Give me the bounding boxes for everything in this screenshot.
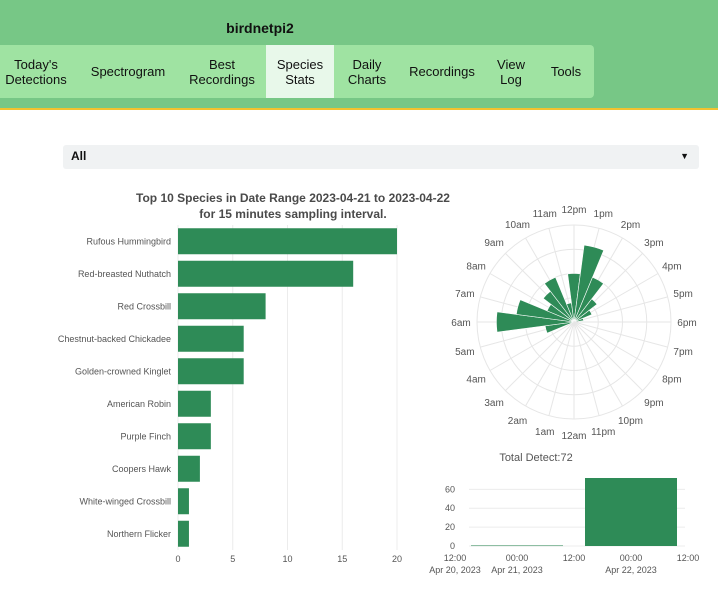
hour-label: 12am (561, 431, 586, 442)
main-nav: Today's Detections Spectrogram Best Reco… (0, 45, 594, 98)
nav-tab-todays-detections[interactable]: Today's Detections (0, 45, 72, 98)
hour-label: 8pm (662, 375, 681, 386)
angular-gridline (573, 321, 643, 391)
x-tick-label: 0 (175, 554, 180, 564)
hour-label: 10pm (618, 416, 643, 427)
category-label: Coopers Hawk (112, 464, 172, 474)
bar (178, 455, 200, 482)
angular-gridline (573, 321, 659, 371)
y-tick-label: 60 (445, 484, 455, 494)
nav-tab-recordings[interactable]: Recordings (402, 45, 482, 98)
chart-subtitle: for 15 minutes sampling interval. (199, 207, 386, 221)
category-label: Red-breasted Nuthatch (78, 269, 171, 279)
x-tick-time: 12:00 (677, 553, 700, 563)
species-filter-value: All (71, 149, 87, 163)
hour-label: 3pm (644, 238, 663, 249)
category-label: White-winged Crossbill (79, 496, 171, 506)
hour-label: 4am (466, 375, 485, 386)
bar (178, 423, 211, 450)
chevron-down-icon[interactable]: ▼ (680, 151, 689, 161)
total-bar (471, 545, 563, 547)
hour-label: 1am (535, 427, 554, 438)
nav-tab-tools[interactable]: Tools (538, 45, 594, 98)
angular-gridline (573, 321, 668, 348)
category-label: American Robin (107, 399, 171, 409)
bar (178, 325, 244, 352)
angular-gridline (573, 321, 600, 416)
hour-label: 10am (505, 220, 530, 231)
top-species-bar-chart: Top 10 Species in Date Range 2023-04-21 … (58, 191, 450, 564)
y-tick-label: 0 (450, 541, 455, 551)
category-label: Northern Flicker (107, 529, 171, 539)
angular-gridline (573, 321, 623, 407)
hour-label: 3am (484, 398, 503, 409)
hour-label: 9am (484, 238, 503, 249)
nav-tab-spectrogram[interactable]: Spectrogram (80, 45, 176, 98)
angular-gridline (505, 321, 575, 391)
x-tick-date: Apr 21, 2023 (491, 565, 543, 575)
hour-label: 4pm (662, 262, 681, 273)
category-label: Rufous Hummingbird (86, 236, 171, 246)
app-title: birdnetpi2 (226, 20, 294, 36)
hour-label: 8am (466, 262, 485, 273)
bar (178, 520, 189, 547)
nav-tab-best-recordings[interactable]: Best Recordings (182, 45, 262, 98)
y-tick-label: 40 (445, 503, 455, 513)
x-tick-date: Apr 22, 2023 (605, 565, 657, 575)
bar (178, 228, 397, 255)
bar (178, 260, 354, 287)
hour-label: 6am (451, 318, 470, 329)
hour-label: 9pm (644, 398, 663, 409)
total-detections-chart: Total Detect:72 0 20 40 60 12:00 Apr 20, 2023 0… (429, 452, 700, 575)
bar (178, 293, 266, 320)
x-tick-label: 20 (392, 554, 402, 564)
x-tick-time: 12:00 (444, 553, 467, 563)
bar (178, 390, 211, 417)
chart-title: Total Detect:72 (499, 452, 572, 464)
category-label: Red Crossbill (117, 301, 171, 311)
app-header: birdnetpi2 Today's Detections Spectrogra… (0, 0, 718, 110)
x-tick-time: 00:00 (620, 553, 643, 563)
angular-gridline (548, 321, 575, 416)
x-tick-time: 12:00 (563, 553, 586, 563)
hour-label: 11am (533, 209, 557, 220)
x-tick-label: 5 (230, 554, 235, 564)
hour-label: 12pm (561, 205, 586, 216)
bar (178, 488, 189, 515)
chart-title: Top 10 Species in Date Range 2023-04-21 … (136, 191, 450, 205)
bar (178, 358, 244, 385)
hour-label: 1pm (594, 209, 613, 220)
hour-label: 5pm (673, 289, 692, 300)
hour-label: 7am (455, 289, 474, 300)
x-tick-date: Apr 20, 2023 (429, 565, 481, 575)
x-tick-time: 00:00 (506, 553, 529, 563)
category-label: Golden-crowned Kinglet (75, 366, 172, 376)
y-tick-label: 20 (445, 522, 455, 532)
hour-label: 5am (455, 347, 474, 358)
nav-tab-species-stats[interactable]: Species Stats (266, 45, 334, 98)
nav-tab-view-log[interactable]: View Log (486, 45, 536, 98)
x-tick-label: 10 (282, 554, 292, 564)
total-bar (585, 478, 677, 546)
hour-label: 2pm (621, 220, 640, 231)
x-tick-label: 15 (337, 554, 347, 564)
hour-label: 7pm (673, 347, 692, 358)
hourly-polar-chart: 12am 1am 2am 3am 4am 5am 6am 7am 8am 9am10am11am 1… (451, 205, 696, 442)
hour-label: 2am (508, 416, 527, 427)
angular-gridline (525, 321, 575, 407)
category-label: Chestnut-backed Chickadee (58, 334, 171, 344)
species-filter-select[interactable]: All ▼ (63, 145, 699, 169)
nav-tab-daily-charts[interactable]: Daily Charts (334, 45, 400, 98)
category-label: Purple Finch (120, 431, 171, 441)
hour-label: 6pm (677, 318, 696, 329)
hour-label: 11pm (591, 427, 615, 438)
